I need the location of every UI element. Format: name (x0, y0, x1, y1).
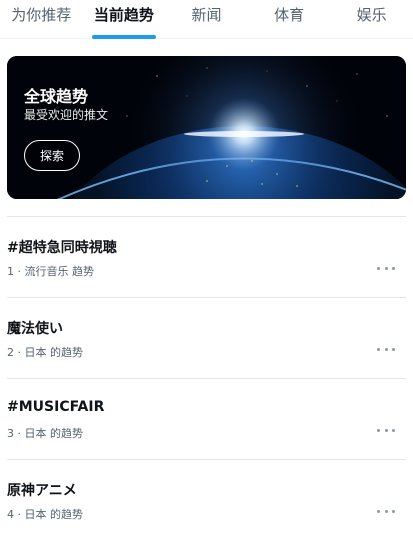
trend-name: 原神アニメ (7, 483, 77, 499)
more-horizontal-icon[interactable] (377, 508, 395, 514)
trend-meta: 4 · 日本 的趋势 (7, 508, 83, 521)
tab-trending[interactable]: 当前趋势 (83, 0, 166, 39)
trend-meta: 2 · 日本 的趋势 (7, 346, 83, 359)
divider (7, 378, 406, 379)
more-horizontal-icon[interactable] (377, 265, 395, 271)
tab-label: 为你推荐 (11, 5, 72, 24)
trend-item[interactable]: 原神アニメ 4 · 日本 的趋势 (0, 480, 413, 537)
earth-image (7, 56, 406, 199)
divider (7, 297, 406, 298)
tab-news[interactable]: 新闻 (165, 0, 248, 38)
trend-item[interactable]: #MUSICFAIR 3 · 日本 的趋势 (0, 399, 413, 479)
trend-item[interactable]: #超特急同時視聴 1 · 流行音乐 趋势 (0, 237, 413, 317)
tab-label: 娱乐 (356, 5, 387, 24)
trend-meta: 1 · 流行音乐 趋势 (7, 265, 94, 278)
tab-label: 新闻 (191, 5, 222, 24)
trend-name: #超特急同時視聴 (7, 240, 117, 256)
global-trends-banner[interactable]: 全球趋势 最受欢迎的推文 探索 (7, 56, 406, 199)
tab-sports[interactable]: 体育 (248, 0, 331, 38)
trend-item[interactable]: 魔法使い 2 · 日本 的趋势 (0, 318, 413, 398)
active-tab-indicator (91, 35, 156, 39)
explore-button[interactable]: 探索 (24, 140, 80, 171)
banner-title: 全球趋势 (24, 87, 89, 106)
more-horizontal-icon[interactable] (377, 427, 395, 433)
tab-label: 体育 (274, 5, 305, 24)
divider (7, 216, 406, 217)
divider (7, 459, 406, 460)
trend-meta: 3 · 日本 的趋势 (7, 427, 83, 440)
tab-entertainment[interactable]: 娱乐 (330, 0, 413, 38)
tab-for-you[interactable]: 为你推荐 (0, 0, 83, 38)
more-horizontal-icon[interactable] (377, 346, 395, 352)
trend-name: 魔法使い (7, 321, 63, 337)
tab-label: 当前趋势 (93, 5, 154, 24)
trend-name: #MUSICFAIR (7, 399, 105, 415)
banner-subtitle: 最受欢迎的推文 (24, 108, 109, 122)
top-tab-bar: 为你推荐 当前趋势 新闻 体育 娱乐 (0, 0, 413, 39)
